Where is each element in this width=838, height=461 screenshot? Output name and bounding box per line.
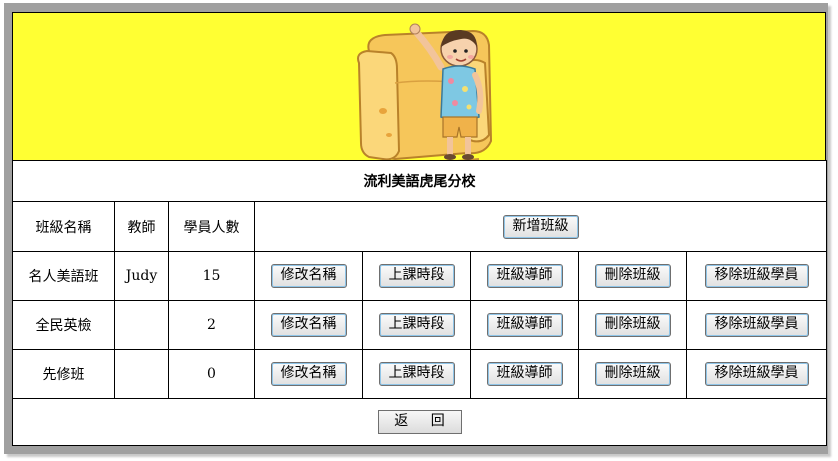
school-name: 流利美語虎尾分校 xyxy=(12,160,827,202)
table-row: 全民英檢 2 修改名稱 上課時段 班級導師 刪除班級 移除班級學員 xyxy=(12,300,827,350)
back-button[interactable]: 返 回 xyxy=(377,410,462,434)
class-table: 流利美語虎尾分校 班級名稱 教師 學員人數 新增班級 名人美語班 Judy 15… xyxy=(12,160,827,446)
student-count: 15 xyxy=(168,251,255,301)
teacher-name: Judy xyxy=(114,251,169,301)
header-class-name: 班級名稱 xyxy=(12,201,115,252)
student-count: 0 xyxy=(168,349,255,399)
header-banner xyxy=(12,12,826,161)
class-management-panel: 流利美語虎尾分校 班級名稱 教師 學員人數 新增班級 名人美語班 Judy 15… xyxy=(12,12,827,447)
class-schedule-button[interactable]: 上課時段 xyxy=(378,313,455,337)
add-class-button[interactable]: 新增班級 xyxy=(502,214,579,239)
rename-class-button[interactable]: 修改名稱 xyxy=(270,313,347,337)
table-row: 名人美語班 Judy 15 修改名稱 上課時段 班級導師 刪除班級 移除班級學員 xyxy=(12,251,827,301)
teacher-name xyxy=(114,349,169,399)
footer-cell: 返 回 xyxy=(12,398,827,446)
table-row: 先修班 0 修改名稱 上課時段 班級導師 刪除班級 移除班級學員 xyxy=(12,349,827,399)
delete-class-button[interactable]: 刪除班級 xyxy=(594,264,671,288)
add-class-cell: 新增班級 xyxy=(254,201,827,252)
rename-class-button[interactable]: 修改名稱 xyxy=(270,264,347,288)
homeroom-teacher-button[interactable]: 班級導師 xyxy=(486,313,563,337)
delete-class-button[interactable]: 刪除班級 xyxy=(594,313,671,337)
student-count: 2 xyxy=(168,300,255,350)
header-teacher: 教師 xyxy=(114,201,169,252)
class-name: 名人美語班 xyxy=(12,251,115,301)
remove-students-button[interactable]: 移除班級學員 xyxy=(704,313,809,337)
class-schedule-button[interactable]: 上課時段 xyxy=(378,264,455,288)
delete-class-button[interactable]: 刪除班級 xyxy=(594,362,671,386)
remove-students-button[interactable]: 移除班級學員 xyxy=(704,362,809,386)
rename-class-button[interactable]: 修改名稱 xyxy=(270,362,347,386)
class-schedule-button[interactable]: 上課時段 xyxy=(378,362,455,386)
homeroom-teacher-button[interactable]: 班級導師 xyxy=(486,362,563,386)
homeroom-teacher-button[interactable]: 班級導師 xyxy=(486,264,563,288)
teacher-name xyxy=(114,300,169,350)
class-name: 全民英檢 xyxy=(12,300,115,350)
header-student-count: 學員人數 xyxy=(168,201,255,252)
remove-students-button[interactable]: 移除班級學員 xyxy=(704,264,809,288)
class-name: 先修班 xyxy=(12,349,115,399)
child-on-sofa-illustration xyxy=(357,23,493,160)
